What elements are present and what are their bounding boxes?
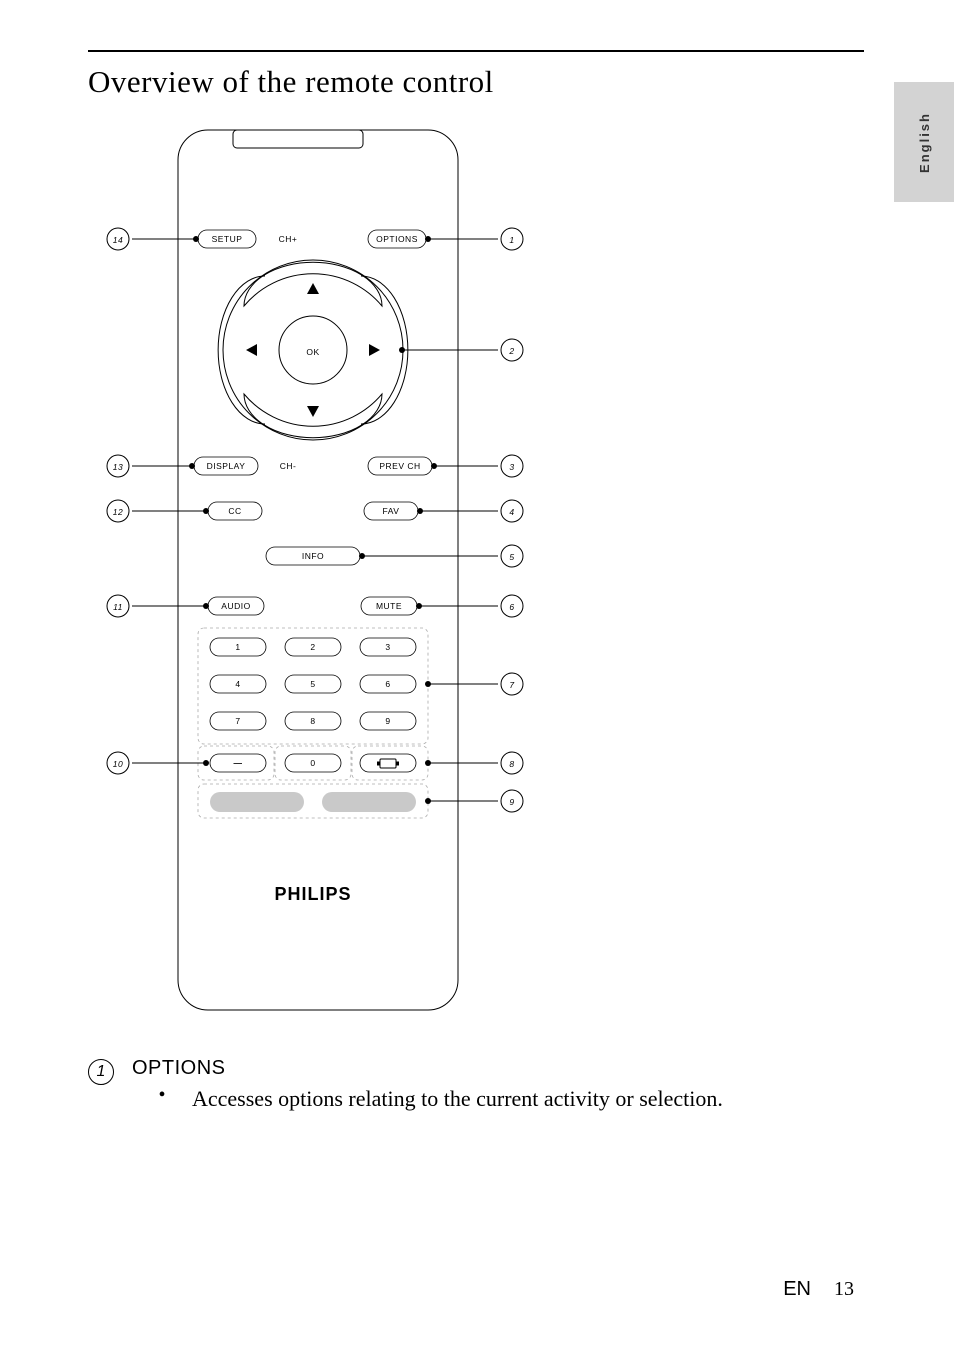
arrow-up-icon bbox=[307, 283, 319, 294]
btn-dash: — bbox=[234, 758, 243, 768]
solid-btn-right bbox=[322, 792, 416, 812]
callout-11: 11 bbox=[113, 602, 123, 612]
bullet-icon: • bbox=[132, 1084, 192, 1115]
callout-9: 9 bbox=[509, 797, 514, 807]
label-ch-plus: CH+ bbox=[279, 234, 298, 244]
num-2: 2 bbox=[310, 642, 315, 652]
language-tab: English bbox=[894, 82, 954, 202]
btn-cc: CC bbox=[228, 506, 241, 516]
footer-lang: EN bbox=[783, 1278, 811, 1300]
desc-label: OPTIONS bbox=[132, 1057, 723, 1080]
remote-diagram: SETUP CH+ OPTIONS OK DISPLAY CH- PREV CH bbox=[88, 110, 864, 1035]
aspect-icon bbox=[380, 759, 396, 768]
btn-mute: MUTE bbox=[376, 601, 402, 611]
btn-prev-ch: PREV CH bbox=[379, 461, 420, 471]
num-3: 3 bbox=[385, 642, 390, 652]
section-heading: Overview of the remote control bbox=[88, 64, 864, 100]
num-8: 8 bbox=[310, 716, 315, 726]
num-4: 4 bbox=[235, 679, 240, 689]
num-9: 9 bbox=[385, 716, 390, 726]
arrow-left-icon bbox=[246, 344, 257, 356]
num-5: 5 bbox=[310, 679, 315, 689]
callout-10: 10 bbox=[113, 759, 123, 769]
num-7: 7 bbox=[235, 716, 240, 726]
num-1: 1 bbox=[235, 642, 240, 652]
btn-fav: FAV bbox=[383, 506, 400, 516]
callout-14: 14 bbox=[113, 235, 123, 245]
callout-2: 2 bbox=[508, 346, 514, 356]
callout-12: 12 bbox=[113, 507, 123, 517]
btn-info: INFO bbox=[302, 551, 324, 561]
label-ch-minus: CH- bbox=[280, 461, 297, 471]
brand-logo: PHILIPS bbox=[274, 884, 351, 904]
callout-4: 4 bbox=[509, 507, 514, 517]
callout-7: 7 bbox=[509, 680, 514, 690]
callout-1: 1 bbox=[509, 235, 514, 245]
callout-6: 6 bbox=[509, 602, 514, 612]
btn-setup: SETUP bbox=[212, 234, 243, 244]
callout-5: 5 bbox=[509, 552, 514, 562]
desc-bullet-text: Accesses options relating to the current… bbox=[192, 1084, 723, 1115]
desc-number: 1 bbox=[88, 1059, 114, 1085]
btn-audio: AUDIO bbox=[221, 601, 250, 611]
footer-page: 13 bbox=[834, 1278, 854, 1300]
btn-ok: OK bbox=[306, 347, 319, 357]
btn-options: OPTIONS bbox=[376, 234, 418, 244]
callout-8: 8 bbox=[509, 759, 514, 769]
page-footer: EN 13 bbox=[783, 1278, 854, 1301]
solid-btn-left bbox=[210, 792, 304, 812]
num-0: 0 bbox=[310, 758, 315, 768]
callout-13: 13 bbox=[113, 462, 123, 472]
arrow-down-icon bbox=[307, 406, 319, 417]
callout-3: 3 bbox=[509, 462, 514, 472]
num-6: 6 bbox=[385, 679, 390, 689]
btn-display: DISPLAY bbox=[207, 461, 246, 471]
description-item: 1 OPTIONS • Accesses options relating to… bbox=[88, 1057, 864, 1115]
arrow-right-icon bbox=[369, 344, 380, 356]
